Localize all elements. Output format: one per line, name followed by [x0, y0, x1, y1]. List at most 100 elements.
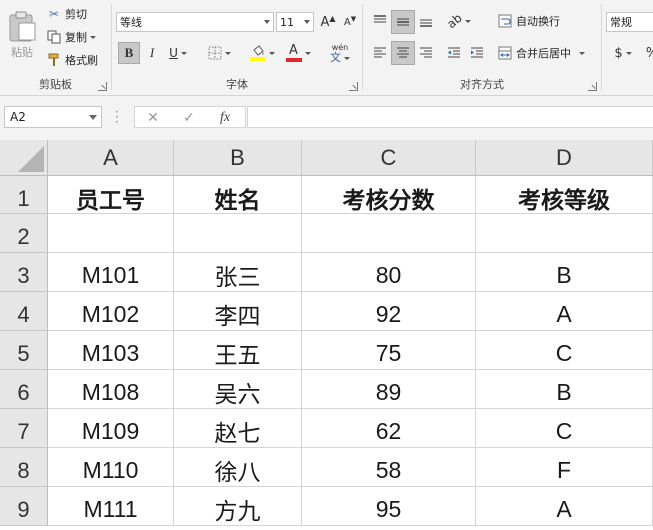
insert-function-icon[interactable]: fx — [215, 109, 235, 127]
align-top-icon — [374, 15, 386, 23]
cell-b3[interactable]: 张三 — [174, 253, 302, 292]
borders-button[interactable] — [204, 42, 234, 64]
clipboard-dialog-launcher-icon[interactable] — [98, 82, 107, 91]
row-header-8[interactable]: 8 — [0, 448, 48, 487]
column-header-a[interactable]: A — [48, 140, 174, 176]
font-size-value: 11 — [280, 15, 294, 29]
orientation-button[interactable]: ab — [443, 10, 475, 32]
row-header-2[interactable]: 2 — [0, 214, 48, 253]
row-header-5[interactable]: 5 — [0, 331, 48, 370]
cell-a4[interactable]: M102 — [48, 292, 174, 331]
row-header-6[interactable]: 6 — [0, 370, 48, 409]
number-format-dropdown[interactable]: 常规 — [606, 12, 653, 32]
paste-button[interactable]: 粘贴 — [4, 4, 40, 66]
cut-button[interactable]: ✂ 剪切 — [46, 4, 87, 24]
cell-b7[interactable]: 赵七 — [174, 409, 302, 448]
cell-c6[interactable]: 89 — [302, 370, 476, 409]
cell-c4[interactable]: 92 — [302, 292, 476, 331]
chevron-down-icon — [180, 51, 187, 55]
clipboard-icon — [9, 11, 36, 42]
bold-button[interactable]: B — [118, 42, 140, 64]
align-middle-button[interactable] — [391, 10, 415, 34]
cell-b6[interactable]: 吴六 — [174, 370, 302, 409]
select-all-button[interactable] — [0, 140, 48, 176]
spreadsheet-grid: A B C D 1 员工号 姓名 考核分数 考核等级 2 3 M101 张三 80 B 4 M102 李四 92 A 5… — [0, 140, 653, 530]
cell-b5[interactable]: 王五 — [174, 331, 302, 370]
italic-button[interactable]: I — [142, 42, 162, 64]
column-header-b[interactable]: B — [174, 140, 302, 176]
cell-d7[interactable]: C — [476, 409, 653, 448]
cell-c2[interactable] — [302, 214, 476, 253]
clipboard-group-label: 剪贴板 — [39, 78, 72, 91]
percent-button[interactable]: % — [642, 42, 653, 64]
wrap-text-button[interactable]: 自动换行 — [497, 11, 560, 31]
cell-d3[interactable]: B — [476, 253, 653, 292]
font-name-dropdown[interactable]: 等线 — [116, 12, 274, 32]
cell-d1[interactable]: 考核等级 — [476, 176, 653, 214]
align-left-button[interactable] — [369, 42, 391, 64]
align-bottom-button[interactable] — [415, 10, 437, 32]
align-bottom-icon — [420, 19, 432, 27]
row-header-4[interactable]: 4 — [0, 292, 48, 331]
column-header-c[interactable]: C — [302, 140, 476, 176]
increase-indent-button[interactable] — [466, 42, 488, 64]
underline-button[interactable]: U — [164, 42, 192, 64]
row-header-3[interactable]: 3 — [0, 253, 48, 292]
row-header-1[interactable]: 1 — [0, 176, 48, 214]
cell-a6[interactable]: M108 — [48, 370, 174, 409]
column-header-d[interactable]: D — [476, 140, 653, 176]
cell-d9[interactable]: A — [476, 487, 653, 526]
cell-d4[interactable]: A — [476, 292, 653, 331]
row-header-9[interactable]: 9 — [0, 487, 48, 526]
cell-a3[interactable]: M101 — [48, 253, 174, 292]
cell-b8[interactable]: 徐八 — [174, 448, 302, 487]
alignment-group: ab 自动换行 合并后居中 对齐方式 — [363, 0, 601, 96]
cell-a1[interactable]: 员工号 — [48, 176, 174, 214]
chevron-down-icon — [304, 20, 310, 24]
cell-a7[interactable]: M109 — [48, 409, 174, 448]
cell-b1[interactable]: 姓名 — [174, 176, 302, 214]
font-size-dropdown[interactable]: 11 — [276, 12, 314, 32]
cell-c9[interactable]: 95 — [302, 487, 476, 526]
cell-a9[interactable]: M111 — [48, 487, 174, 526]
fill-color-button[interactable] — [246, 42, 278, 64]
chevron-down-icon — [304, 51, 311, 55]
cell-a5[interactable]: M103 — [48, 331, 174, 370]
format-painter-button[interactable]: 格式刷 — [46, 50, 98, 70]
cell-c8[interactable]: 58 — [302, 448, 476, 487]
align-center-button[interactable] — [391, 41, 415, 65]
cell-c3[interactable]: 80 — [302, 253, 476, 292]
cell-d6[interactable]: B — [476, 370, 653, 409]
copy-button[interactable]: 复制 — [46, 27, 96, 47]
select-all-icon — [18, 146, 44, 172]
enter-icon[interactable]: ✓ — [179, 109, 199, 127]
cell-d5[interactable]: C — [476, 331, 653, 370]
alignment-dialog-launcher-icon[interactable] — [588, 82, 597, 91]
formula-input[interactable] — [247, 106, 653, 128]
cell-c5[interactable]: 75 — [302, 331, 476, 370]
name-box[interactable]: A2 — [4, 106, 102, 128]
more-options-icon[interactable]: · · · — [115, 106, 119, 128]
font-color-button[interactable]: A — [282, 42, 314, 64]
cell-c1[interactable]: 考核分数 — [302, 176, 476, 214]
cell-a2[interactable] — [48, 214, 174, 253]
decrease-indent-button[interactable] — [443, 42, 465, 64]
cell-b4[interactable]: 李四 — [174, 292, 302, 331]
align-right-button[interactable] — [415, 42, 437, 64]
grow-font-button[interactable]: A ▲ — [318, 12, 338, 32]
chevron-down-icon — [224, 51, 231, 55]
cancel-icon[interactable]: ✕ — [143, 109, 163, 127]
cell-a8[interactable]: M110 — [48, 448, 174, 487]
phonetic-guide-button[interactable]: wén 文 — [322, 40, 358, 66]
cell-d8[interactable]: F — [476, 448, 653, 487]
align-top-button[interactable] — [369, 10, 391, 32]
cell-b2[interactable] — [174, 214, 302, 253]
currency-button[interactable]: $ — [610, 42, 636, 64]
font-dialog-launcher-icon[interactable] — [349, 82, 358, 91]
row-header-7[interactable]: 7 — [0, 409, 48, 448]
cell-d2[interactable] — [476, 214, 653, 253]
merge-center-button[interactable]: 合并后居中 — [497, 43, 585, 63]
cell-c7[interactable]: 62 — [302, 409, 476, 448]
cell-b9[interactable]: 方九 — [174, 487, 302, 526]
shrink-font-button[interactable]: A ▼ — [340, 12, 360, 32]
